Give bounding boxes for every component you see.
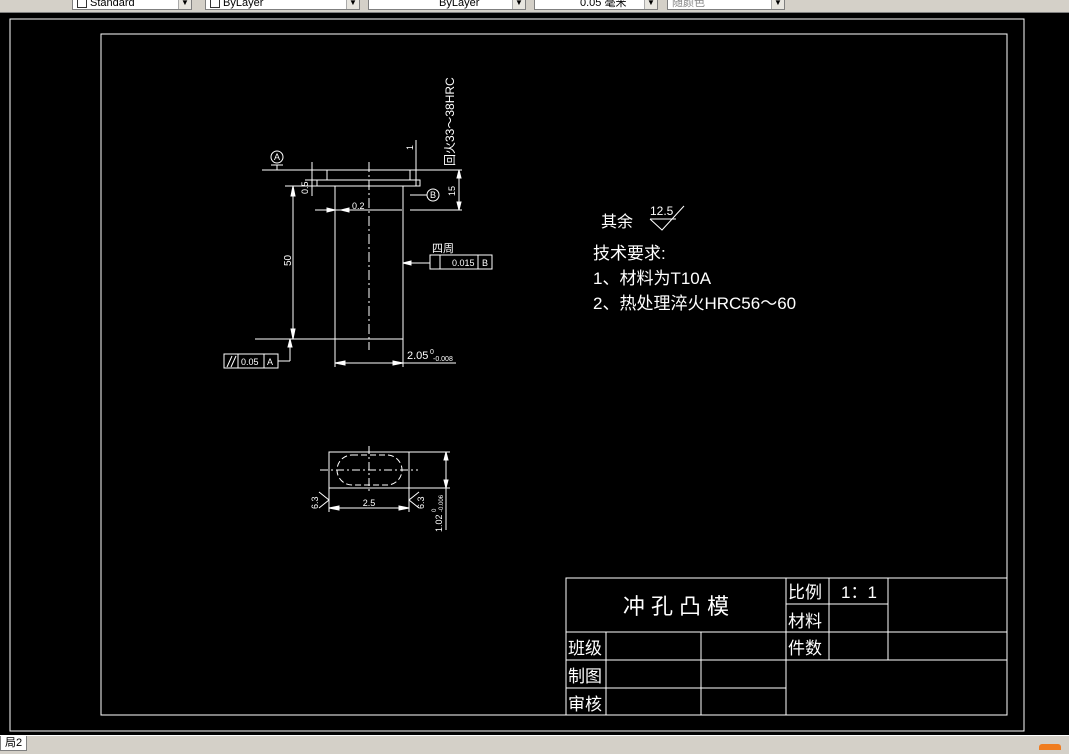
lineweight-value: 0.05 毫米 bbox=[580, 0, 627, 9]
properties-toolbar: Standard ▼ ByLayer ▼ ByLayer ▼ 0.05 毫米 ▼… bbox=[0, 0, 1069, 13]
runout-datum: B bbox=[482, 258, 488, 268]
chevron-down-icon[interactable]: ▼ bbox=[644, 0, 657, 9]
parallel-datum: A bbox=[267, 357, 273, 367]
dim-diameter: 2.05 bbox=[407, 350, 428, 362]
scale-label: 比例 bbox=[788, 583, 822, 602]
text-style-dropdown[interactable]: Standard ▼ bbox=[72, 0, 192, 10]
dim-diameter-tol-upper: 0 bbox=[430, 349, 434, 356]
drawing-canvas[interactable]: A B 0.5 0.2 50 15 1 回火33～38HRC 四周 0.015 … bbox=[0, 13, 1069, 735]
perimeter-label: 四周 bbox=[432, 242, 454, 255]
datum-a-label: A bbox=[274, 152, 280, 162]
drawing-sheet: A B 0.5 0.2 50 15 1 回火33～38HRC 四周 0.015 … bbox=[9, 18, 1025, 732]
color-swatch-icon bbox=[210, 0, 220, 9]
sheet-border bbox=[9, 18, 1025, 732]
material-label: 材料 bbox=[788, 612, 822, 631]
dim-1-02: 1.02 bbox=[434, 514, 444, 532]
quantity-label: 件数 bbox=[788, 639, 822, 658]
roughness-6-3-left: 6.3 bbox=[310, 496, 320, 509]
plot-style-value: 随颜色 bbox=[672, 0, 705, 9]
dim-1-02-tol-lower: -0.006 bbox=[439, 494, 445, 512]
notification-indicator bbox=[1039, 744, 1061, 750]
class-label: 班级 bbox=[568, 639, 602, 658]
punch-top-view bbox=[318, 446, 450, 530]
linetype-dropdown[interactable]: ByLayer ▼ bbox=[368, 0, 526, 10]
parallel-tolerance-value: 0.05 bbox=[241, 357, 259, 367]
part-name: 冲 孔 凸 模 bbox=[623, 594, 729, 619]
dim-2-5: 2.5 bbox=[363, 498, 376, 508]
surface-note-value: 12.5 bbox=[650, 204, 674, 218]
dim-diameter-tol-lower: -0.008 bbox=[433, 356, 453, 363]
tab-layout2[interactable]: 局2 bbox=[0, 736, 28, 751]
lineweight-dropdown[interactable]: 0.05 毫米 ▼ bbox=[534, 0, 658, 10]
dim-0-2: 0.2 bbox=[352, 201, 365, 211]
text-style-value: Standard bbox=[90, 0, 135, 9]
datum-b-label: B bbox=[430, 190, 436, 200]
plot-style-dropdown[interactable]: 随颜色 ▼ bbox=[667, 0, 785, 10]
dim-50: 50 bbox=[283, 254, 294, 266]
chevron-down-icon[interactable]: ▼ bbox=[512, 0, 525, 9]
layout-tab-bar: 局2 bbox=[0, 735, 1069, 754]
linetype-value: ByLayer bbox=[439, 0, 480, 9]
drawn-by-label: 制图 bbox=[568, 667, 602, 686]
tech-requirements-title: 技术要求: bbox=[593, 244, 666, 263]
dim-0-5: 0.5 bbox=[300, 181, 310, 194]
dim-15: 15 bbox=[447, 186, 457, 196]
runout-tolerance-value: 0.015 bbox=[452, 258, 475, 268]
chevron-down-icon[interactable]: ▼ bbox=[346, 0, 359, 9]
dim-1: 1 bbox=[405, 145, 415, 150]
scale-value: 1：1 bbox=[841, 583, 877, 602]
punch-elevation-view bbox=[255, 140, 462, 367]
tech-requirement-2: 2、热处理淬火HRC56～60 bbox=[593, 294, 796, 313]
chevron-down-icon[interactable]: ▼ bbox=[771, 0, 784, 9]
dim-1-02-tol-upper: 0 bbox=[432, 508, 438, 512]
roughness-6-3-right: 6.3 bbox=[416, 496, 426, 509]
hardness-note: 回火33～38HRC bbox=[443, 77, 457, 166]
drawing-frame bbox=[100, 33, 1008, 716]
text-style-icon bbox=[77, 0, 87, 9]
checked-by-label: 审核 bbox=[568, 695, 602, 714]
tech-requirement-1: 1、材料为T10A bbox=[593, 269, 712, 288]
layer-dropdown[interactable]: ByLayer ▼ bbox=[205, 0, 360, 10]
layer-value: ByLayer bbox=[223, 0, 264, 9]
chevron-down-icon[interactable]: ▼ bbox=[178, 0, 191, 9]
surface-note-prefix: 其余 bbox=[601, 212, 633, 231]
